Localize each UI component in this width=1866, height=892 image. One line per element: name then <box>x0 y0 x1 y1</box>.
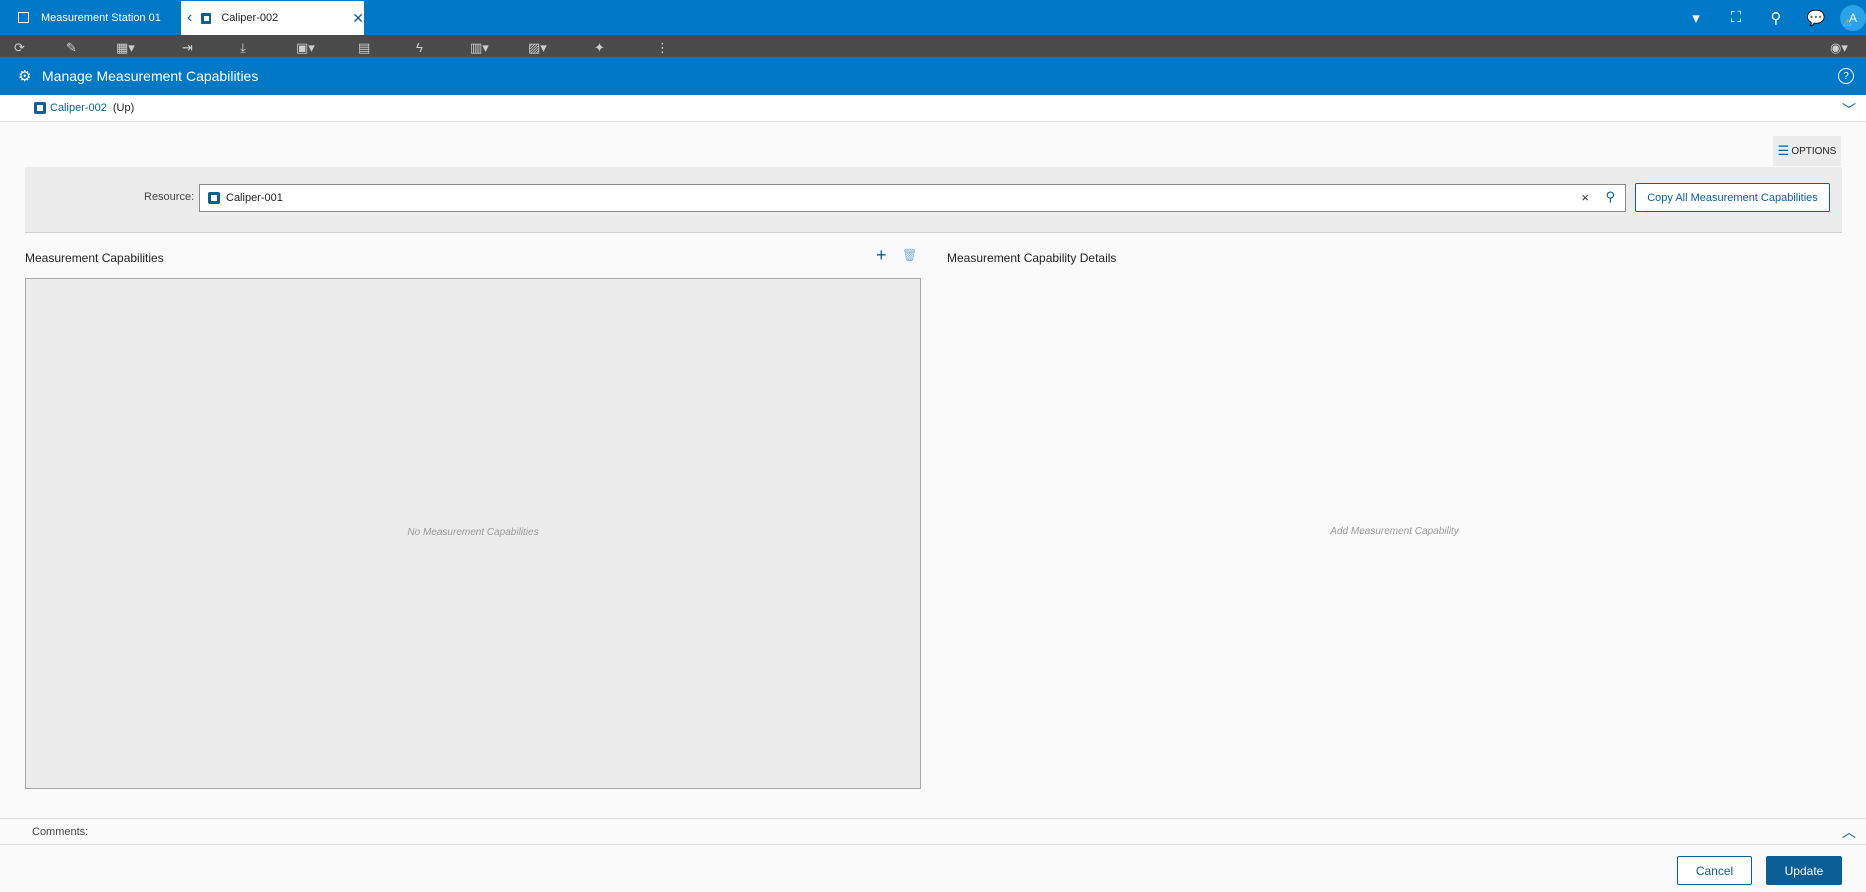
resource-icon <box>34 102 46 114</box>
dropdown-caret-icon[interactable]: ▾ <box>1676 0 1716 35</box>
empty-details-message: Add Measurement Capability <box>1330 526 1459 537</box>
modal-title: Manage Measurement Capabilities <box>42 68 259 84</box>
resource-label: Resource: <box>144 191 195 203</box>
comments-label: Comments: <box>32 825 89 838</box>
options-button[interactable]: ☰ OPTIONS <box>1773 136 1841 166</box>
layout-icon[interactable]: ▦▾ <box>116 40 135 56</box>
divider <box>25 232 1842 233</box>
context-resource-link[interactable]: Caliper-002 <box>50 102 107 114</box>
toolbar: ⟳ ✎ ▦▾ ⇥ ⤓ ▣▾ ▤ ϟ ▥▾ ▨▾ ✦ ⋮ ◉▾ <box>0 35 1866 57</box>
settings-gear-icon: ⚙ <box>18 68 32 85</box>
search-icon[interactable]: ⚲ <box>1756 0 1796 35</box>
search-icon[interactable]: ⚲ <box>1605 189 1615 205</box>
comments-bar[interactable]: Comments: ︿ <box>0 818 1866 845</box>
chat-icon[interactable]: 💬 <box>1796 0 1836 35</box>
tab-label: Caliper-002 <box>221 12 279 24</box>
resource-input[interactable]: Caliper-001 × ⚲ <box>199 184 1626 212</box>
tab-measurement-station[interactable]: Measurement Station 01 <box>0 0 180 35</box>
resource-value: Caliper-001 <box>226 192 283 204</box>
chevron-down-icon[interactable]: ﹀ <box>1842 100 1856 120</box>
trash-icon[interactable]: 🗑 <box>902 248 917 262</box>
refresh-icon[interactable]: ⟳ <box>14 40 25 56</box>
warning-icon: ⚠ <box>1843 18 1852 29</box>
capability-details-title: Measurement Capability Details <box>947 251 1117 265</box>
update-button[interactable]: Update <box>1766 856 1842 885</box>
resource-icon <box>18 12 29 23</box>
edit-icon[interactable]: ✎ <box>66 40 77 56</box>
chevron-left-icon[interactable]: ‹ <box>187 9 201 27</box>
tab-caliper-002[interactable]: ‹ Caliper-002 ✕ <box>181 1 364 35</box>
modal-header: ⚙ Manage Measurement Capabilities ? <box>0 57 1866 95</box>
options-label: OPTIONS <box>1791 145 1837 157</box>
context-state: (Up) <box>112 102 135 114</box>
clear-icon[interactable]: × <box>1581 190 1589 205</box>
chevron-up-icon[interactable]: ︿ <box>1842 822 1856 842</box>
book-icon[interactable]: ▤ <box>358 40 370 56</box>
chart-icon[interactable]: ▣▾ <box>296 40 315 56</box>
top-bar: Measurement Station 01 ‹ Caliper-002 ✕ ▾… <box>0 0 1866 35</box>
fullscreen-icon[interactable]: ⛶ <box>1716 0 1756 35</box>
close-icon[interactable]: ✕ <box>352 10 364 27</box>
resource-panel: Resource: Caliper-001 × ⚲ Copy All Measu… <box>25 167 1842 232</box>
lightning-icon[interactable]: ϟ <box>416 40 423 55</box>
magic-icon[interactable]: ✦ <box>594 40 605 56</box>
resource-icon <box>208 192 220 204</box>
sliders-icon: ☰ <box>1777 143 1790 158</box>
copy-all-button[interactable]: Copy All Measurement Capabilities <box>1635 183 1830 212</box>
resource-icon <box>200 12 212 24</box>
document-icon[interactable]: ▥▾ <box>470 40 489 56</box>
login-icon[interactable]: ⇥ <box>182 40 193 56</box>
measurement-capabilities-list[interactable]: No Measurement Capabilities <box>25 278 921 789</box>
add-icon[interactable]: + <box>876 245 887 266</box>
view-icon[interactable]: ◉▾ <box>1830 40 1848 56</box>
bar-chart-icon[interactable]: ▨▾ <box>528 40 547 56</box>
tab-label: Measurement Station 01 <box>41 11 161 24</box>
context-row: Caliper-002 (Up) ﹀ <box>0 95 1866 122</box>
more-icon[interactable]: ⋮ <box>656 40 669 56</box>
download-icon[interactable]: ⤓ <box>240 40 246 56</box>
cancel-button[interactable]: Cancel <box>1677 856 1752 885</box>
empty-list-message: No Measurement Capabilities <box>407 527 539 538</box>
measurement-capabilities-title: Measurement Capabilities <box>25 251 164 265</box>
help-icon[interactable]: ? <box>1838 68 1854 84</box>
